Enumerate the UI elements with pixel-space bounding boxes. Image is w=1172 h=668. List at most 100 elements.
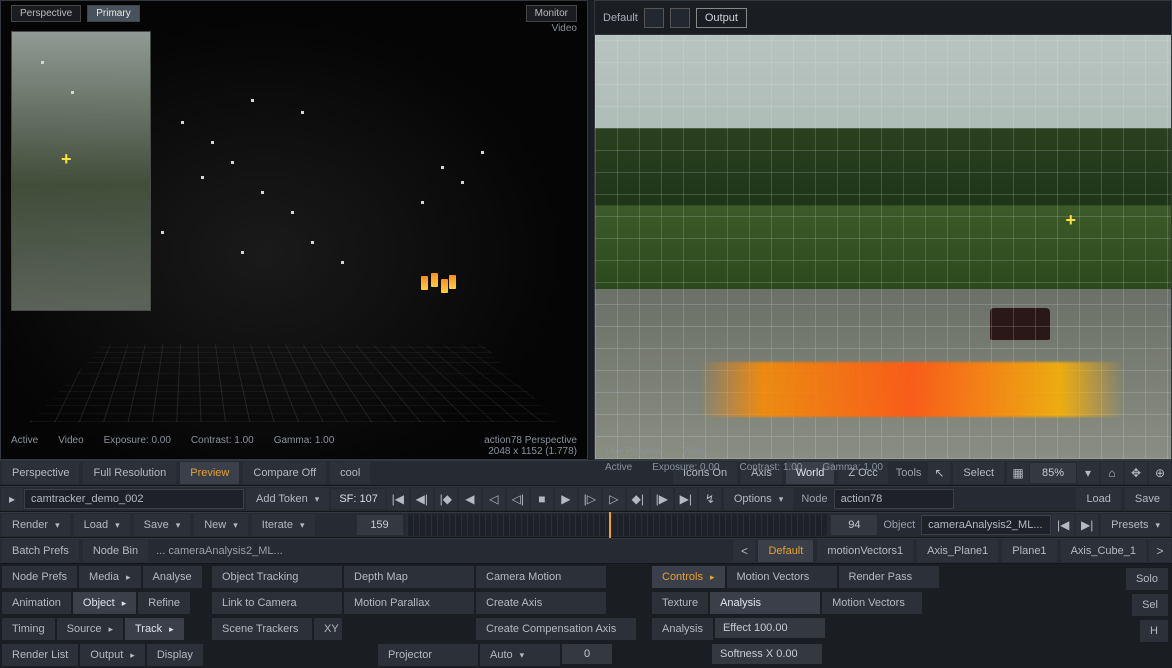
play-icon[interactable]: ▶ bbox=[555, 488, 577, 510]
save-button[interactable]: Save bbox=[1125, 488, 1170, 510]
object-name-field[interactable] bbox=[921, 515, 1051, 535]
depth-map-button[interactable]: Depth Map bbox=[344, 566, 474, 588]
render-list-button[interactable]: Render List bbox=[2, 644, 78, 666]
node-prefs-button[interactable]: Node Prefs bbox=[2, 566, 77, 588]
viewport-output-canvas[interactable]: + bbox=[595, 35, 1171, 459]
step-back-icon[interactable]: ◀ bbox=[459, 488, 481, 510]
play-first-icon[interactable]: |◀ bbox=[387, 488, 409, 510]
tab-next-icon[interactable]: > bbox=[1149, 540, 1171, 562]
timeline[interactable] bbox=[407, 514, 828, 536]
obj-prev-icon[interactable]: |◀ bbox=[1052, 514, 1074, 536]
link-to-camera-button[interactable]: Link to Camera bbox=[212, 592, 342, 614]
frame-forward-icon[interactable]: |▷ bbox=[579, 488, 601, 510]
full-resolution-button[interactable]: Full Resolution bbox=[83, 462, 176, 484]
viewport-3d-canvas[interactable]: + bbox=[1, 1, 587, 459]
obj-next-icon[interactable]: ▶| bbox=[1076, 514, 1098, 536]
new-button[interactable]: New bbox=[194, 514, 248, 536]
media-button[interactable]: Media bbox=[79, 566, 141, 588]
object-tracking-button[interactable]: Object Tracking bbox=[212, 566, 342, 588]
projector-button[interactable]: Projector bbox=[378, 644, 478, 666]
tab-default[interactable]: Default bbox=[758, 540, 813, 562]
stop-icon[interactable]: ■ bbox=[531, 488, 553, 510]
auto-button[interactable]: Auto bbox=[480, 644, 560, 666]
start-frame-field[interactable]: SF: 107 bbox=[331, 489, 386, 509]
object-nav-button[interactable]: Object bbox=[73, 592, 136, 614]
track-button[interactable]: Track bbox=[125, 618, 184, 640]
viewport-mode-perspective[interactable]: Perspective bbox=[11, 5, 81, 22]
expand-icon[interactable]: ▸ bbox=[1, 488, 23, 510]
prev-key-icon[interactable]: |◆ bbox=[435, 488, 457, 510]
preview-button[interactable]: Preview bbox=[180, 462, 239, 484]
timing-button[interactable]: Timing bbox=[2, 618, 55, 640]
refine-button[interactable]: Refine bbox=[138, 592, 190, 614]
tab-motion-vectors1[interactable]: motionVectors1 bbox=[817, 540, 913, 562]
animation-button[interactable]: Animation bbox=[2, 592, 71, 614]
clip-name-field[interactable] bbox=[24, 489, 244, 509]
frame-back-icon[interactable]: ◁| bbox=[507, 488, 529, 510]
tab-axis-cube1[interactable]: Axis_Cube_1 bbox=[1061, 540, 1146, 562]
output-default-label: Default bbox=[603, 12, 638, 24]
presets-button[interactable]: Presets bbox=[1101, 514, 1170, 536]
viewport-3d[interactable]: + Perspective Primary Monitor Video Acti… bbox=[0, 0, 588, 460]
node-label: Node bbox=[795, 493, 833, 505]
tabs-row: Batch Prefs Node Bin ... cameraAnalysis2… bbox=[0, 538, 1172, 564]
motion-parallax-button[interactable]: Motion Parallax bbox=[344, 592, 474, 614]
display-button[interactable]: Display bbox=[147, 644, 203, 666]
next-key-icon[interactable]: ◆| bbox=[627, 488, 649, 510]
output-button[interactable]: Output bbox=[696, 8, 747, 28]
play-reverse-icon[interactable]: ◁ bbox=[483, 488, 505, 510]
source-button[interactable]: Source bbox=[57, 618, 123, 640]
iterate-button[interactable]: Iterate bbox=[252, 514, 315, 536]
scene-trackers-button[interactable]: Scene Trackers bbox=[212, 618, 312, 640]
hide-button[interactable]: H bbox=[1140, 620, 1168, 642]
options-button[interactable]: Options bbox=[724, 488, 793, 510]
load-button[interactable]: Load bbox=[1076, 488, 1120, 510]
solo-button[interactable]: Solo bbox=[1126, 568, 1168, 590]
analysis-button[interactable]: Analysis bbox=[710, 592, 820, 614]
controls-button[interactable]: Controls bbox=[652, 566, 725, 588]
render-pass-button[interactable]: Render Pass bbox=[839, 566, 939, 588]
xy-button[interactable]: XY bbox=[314, 618, 342, 640]
tab-plane1[interactable]: Plane1 bbox=[1002, 540, 1056, 562]
viewport-output[interactable]: Default Output + Live Preview Video Acti… bbox=[594, 0, 1172, 460]
create-axis-button[interactable]: Create Axis bbox=[476, 592, 606, 614]
step-forward-icon[interactable]: ▷ bbox=[603, 488, 625, 510]
step-back-key-icon[interactable]: ◀| bbox=[411, 488, 433, 510]
render-save-button[interactable]: Save bbox=[134, 514, 191, 536]
motion-vectors-button[interactable]: Motion Vectors bbox=[727, 566, 837, 588]
texture-button[interactable]: Texture bbox=[652, 592, 708, 614]
inset-video-plane bbox=[11, 31, 151, 311]
camera-motion-button[interactable]: Camera Motion bbox=[476, 566, 606, 588]
node-bin-tab[interactable]: Node Bin bbox=[83, 540, 148, 562]
loop-icon[interactable]: ↯ bbox=[699, 488, 721, 510]
play-last-icon[interactable]: ▶| bbox=[675, 488, 697, 510]
softness-x-field[interactable]: Softness X 0.00 bbox=[712, 644, 822, 664]
node-name-field[interactable] bbox=[834, 489, 954, 509]
cool-button[interactable]: cool bbox=[330, 462, 370, 484]
add-token-button[interactable]: Add Token bbox=[246, 488, 329, 510]
step-forward-key-icon[interactable]: |▶ bbox=[651, 488, 673, 510]
viewport-video-status: Video bbox=[58, 435, 83, 457]
tab-axis-plane1[interactable]: Axis_Plane1 bbox=[917, 540, 998, 562]
effect-field[interactable]: Effect 100.00 bbox=[715, 618, 825, 638]
motion-vectors-2-button[interactable]: Motion Vectors bbox=[822, 592, 922, 614]
end-frame-field[interactable]: 94 bbox=[831, 515, 877, 535]
analyse-button[interactable]: Analyse bbox=[143, 566, 202, 588]
projector-value-field[interactable]: 0 bbox=[562, 644, 612, 664]
timeline-cursor[interactable] bbox=[609, 512, 611, 538]
sel-button[interactable]: Sel bbox=[1132, 594, 1168, 616]
viewport-mode-primary[interactable]: Primary bbox=[87, 5, 139, 22]
render-load-button[interactable]: Load bbox=[74, 514, 130, 536]
output-toggle-box-1[interactable] bbox=[644, 8, 664, 28]
viewport-monitor-button[interactable]: Monitor bbox=[526, 5, 577, 22]
output-nav-button[interactable]: Output bbox=[80, 644, 145, 666]
tab-prev-icon[interactable]: < bbox=[733, 540, 755, 562]
batch-prefs-tab[interactable]: Batch Prefs bbox=[2, 540, 79, 562]
compare-off-button[interactable]: Compare Off bbox=[243, 462, 326, 484]
create-compensation-axis-button[interactable]: Create Compensation Axis bbox=[476, 618, 636, 640]
current-frame-field[interactable]: 159 bbox=[357, 515, 403, 535]
render-button[interactable]: Render bbox=[2, 514, 70, 536]
analysis-label-button[interactable]: Analysis bbox=[652, 618, 713, 640]
perspective-button[interactable]: Perspective bbox=[2, 462, 79, 484]
output-toggle-box-2[interactable] bbox=[670, 8, 690, 28]
